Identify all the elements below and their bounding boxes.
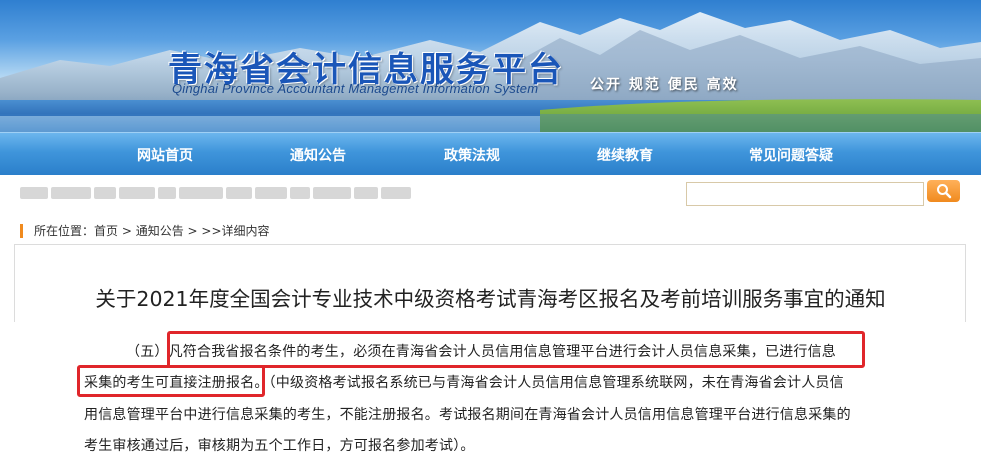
site-slogan: 公开 规范 便民 高效 [590,77,739,93]
highlight-box [77,365,265,397]
site-banner: 青海省会计信息服务平台 Qinghai Province Accountant … [0,0,981,132]
breadcrumb: 所在位置：首页 > 通知公告 > >>详细内容 [34,222,270,239]
nav-item-policies[interactable]: 政策法规 [444,145,500,165]
article-line: 考生审核通过后，审核期为五个工作日，方可报名参加考试）。 [84,438,475,454]
search-input[interactable] [686,182,924,206]
breadcrumb-separator: > [183,224,202,238]
breadcrumb-prefix: 所在位置： [34,224,95,238]
site-subtitle: Qinghai Province Accountant Managemet In… [172,81,539,96]
highlight-box [167,331,865,368]
main-nav: 网站首页 通知公告 政策法规 继续教育 常见问题答疑 [0,132,981,175]
article-line: 用信息管理平台中进行信息采集的考生，不能注册报名。考试报名期间在青海省会计人员信… [84,407,851,423]
nav-item-home[interactable]: 网站首页 [137,145,193,165]
breadcrumb-section-link[interactable]: 通知公告 [136,224,184,238]
nav-item-faq[interactable]: 常见问题答疑 [749,145,833,165]
nav-item-continuing-education[interactable]: 继续教育 [597,145,653,165]
article-title: 关于2021年度全国会计专业技术中级资格考试青海考区报名及考前培训服务事宜的通知 [95,287,886,311]
nav-item-notices[interactable]: 通知公告 [290,145,346,165]
breadcrumb-separator: > [118,224,136,238]
breadcrumb-marker [20,224,23,238]
breadcrumb-home-link[interactable]: 首页 [94,224,118,238]
search-icon [937,184,952,199]
blurred-scrolling-notice [20,184,420,199]
search-button[interactable] [927,180,960,202]
breadcrumb-current: >>详细内容 [201,224,270,238]
